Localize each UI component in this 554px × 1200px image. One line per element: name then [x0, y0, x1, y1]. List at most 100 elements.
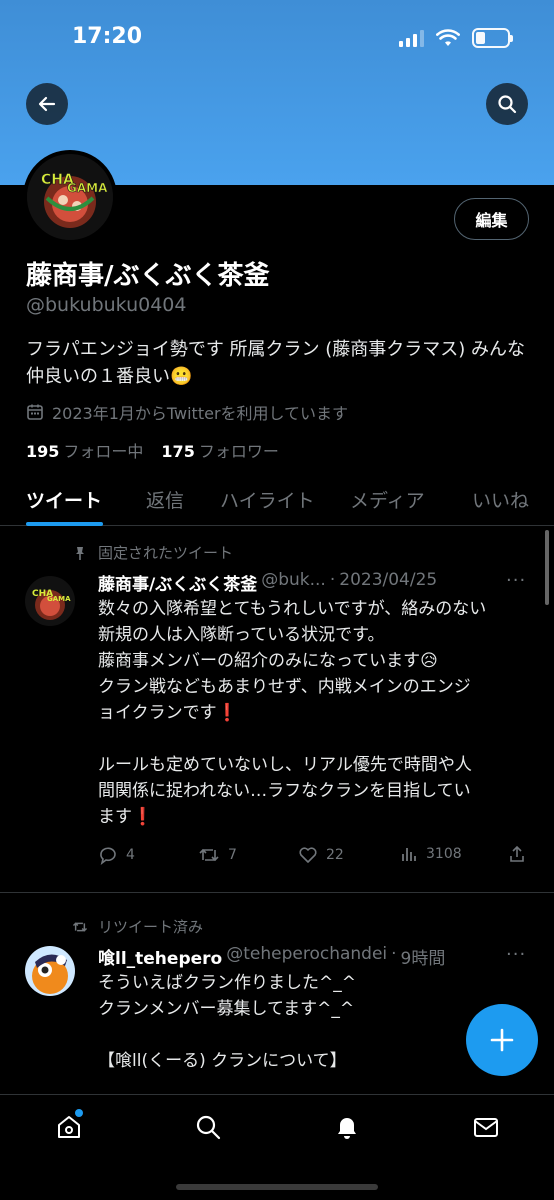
- svg-text:GAMA: GAMA: [67, 181, 108, 195]
- status-bar: 17:20: [0, 0, 554, 74]
- home-icon: [58, 1116, 80, 1138]
- like-count: 22: [326, 847, 344, 863]
- tweet-avatar[interactable]: CHA GAMA: [25, 576, 75, 626]
- mail-icon: [474, 1118, 498, 1137]
- tweet-line: ョイクランです❗️: [98, 703, 238, 723]
- scrollbar[interactable]: [545, 530, 549, 605]
- tweet-line: 藤商事メンバーの紹介のみになっています😥: [98, 651, 438, 671]
- tweet-author-handle[interactable]: @buk...: [261, 570, 326, 595]
- avatar-image: CHA GAMA: [27, 154, 113, 240]
- more-icon[interactable]: ···: [506, 570, 526, 591]
- tweet-actions: 4 7 22 3108: [98, 845, 528, 869]
- followers-count: 175: [161, 442, 195, 461]
- retweet-icon: [72, 921, 88, 932]
- tweet-line: ます❗️: [98, 807, 154, 827]
- following-count: 195: [26, 442, 60, 461]
- search-icon: [498, 95, 517, 114]
- followers-link[interactable]: 175 フォロワー: [161, 438, 278, 462]
- like-button[interactable]: 22: [298, 845, 344, 865]
- status-time: 17:20: [72, 24, 143, 49]
- tab-replies[interactable]: 返信: [146, 486, 184, 513]
- wifi-icon: [436, 29, 460, 46]
- following-link[interactable]: 195 フォロー中: [26, 438, 143, 462]
- active-tab-indicator: [26, 522, 103, 526]
- tweet-author-handle[interactable]: @teheperochandei: [226, 944, 387, 969]
- tweet-divider: [0, 892, 554, 893]
- views-button[interactable]: 3108: [400, 845, 462, 863]
- avatar-image: [25, 946, 75, 996]
- nav-search[interactable]: [192, 1111, 224, 1143]
- following-label: フォロー中: [63, 442, 144, 461]
- nav-notifications[interactable]: [331, 1111, 363, 1143]
- tweet-line: 間関係に捉われない…ラフなクランを目指してい: [98, 781, 471, 801]
- edit-profile-button[interactable]: 編集: [454, 198, 529, 240]
- tweet-line: 数々の入隊希望とてもうれしいですが、絡みのない: [98, 599, 487, 619]
- follow-stats: 195 フォロー中 175 フォロワー: [26, 438, 279, 462]
- tweet-author-name[interactable]: 藤商事/ぶくぶく茶釜: [98, 570, 257, 595]
- tweet-header: 藤商事/ぶくぶく茶釜 @buk... · 2023/04/25: [98, 570, 437, 595]
- home-indicator[interactable]: [176, 1184, 378, 1190]
- share-button[interactable]: [508, 845, 526, 863]
- profile-display-name: 藤商事/ぶくぶく茶釜: [26, 261, 270, 291]
- views-icon: [402, 848, 416, 861]
- view-count: 3108: [426, 846, 462, 862]
- tweet-author-name[interactable]: 喰ll_tehepero: [98, 944, 222, 969]
- tweet-line: クラン戦などもあまりせず、内戦メインのエンジ: [98, 677, 471, 697]
- tweet-line: 【喰ll(くーる) クランについて】: [98, 1051, 347, 1071]
- calendar-icon: [27, 404, 43, 420]
- tab-media[interactable]: メディア: [350, 486, 425, 513]
- tab-highlights[interactable]: ハイライト: [220, 486, 315, 513]
- tweet-line: クランメンバー募集してます^_^: [98, 999, 355, 1019]
- profile-tabs: ツイート 返信 ハイライト メディア いいね: [0, 474, 554, 526]
- pinned-label: 固定されたツイート: [72, 542, 233, 563]
- profile-joined: 2023年1月からTwitterを利用しています: [26, 400, 348, 424]
- reply-button[interactable]: 4: [98, 845, 135, 865]
- tweet-text[interactable]: 数々の入隊希望とてもうれしいですが、絡みのない 新規の人は入隊断っている状況です…: [98, 596, 528, 830]
- tweet-dot: ·: [329, 570, 336, 590]
- compose-tweet-button[interactable]: [466, 1004, 538, 1076]
- followers-label: フォロワー: [198, 442, 279, 461]
- reply-icon: [100, 847, 116, 865]
- retweeted-text: リツイート済み: [98, 918, 204, 936]
- profile-handle: @bukubuku0404: [26, 294, 187, 316]
- retweet-button[interactable]: 7: [198, 845, 237, 865]
- tweet-date[interactable]: 9時間: [401, 944, 446, 969]
- tweet-avatar[interactable]: [25, 946, 75, 996]
- heart-icon: [299, 847, 317, 863]
- battery-icon: [472, 28, 513, 48]
- nav-messages[interactable]: [470, 1111, 502, 1143]
- search-button[interactable]: [486, 83, 528, 125]
- retweet-count: 7: [228, 847, 237, 863]
- pinned-text: 固定されたツイート: [98, 544, 234, 562]
- share-icon: [510, 845, 524, 862]
- bell-icon: [338, 1118, 356, 1139]
- tweet-line: [98, 1022, 528, 1048]
- svg-text:GAMA: GAMA: [47, 595, 71, 603]
- status-icons: [399, 28, 513, 48]
- arrow-left-icon: [38, 96, 56, 112]
- tab-likes[interactable]: いいね: [472, 486, 529, 513]
- signal-icon: [399, 29, 424, 47]
- profile-bio: フラパエンジョイ勢です 所属クラン (藤商事クラマス) みんな仲良いの１番良い😬: [26, 339, 526, 387]
- tweet-line: そういえばクラン作りました^_^: [98, 973, 356, 993]
- back-button[interactable]: [26, 83, 68, 125]
- retweeted-label: リツイート済み: [72, 916, 203, 937]
- tab-tweets[interactable]: ツイート: [26, 486, 102, 513]
- retweet-icon: [199, 848, 219, 862]
- tweet-line: 新規の人は入隊断っている状況です。: [98, 625, 385, 645]
- tweet-line: [98, 726, 528, 752]
- reply-count: 4: [126, 847, 135, 863]
- tweet-header: 喰ll_tehepero @teheperochandei · 9時間: [98, 944, 445, 969]
- tweet-date[interactable]: 2023/04/25: [339, 570, 437, 595]
- search-icon: [196, 1115, 221, 1140]
- joined-text: 2023年1月からTwitterを利用しています: [52, 404, 349, 423]
- tweet-line: ルールも定めていないし、リアル優先で時間や人: [98, 755, 472, 775]
- tweet-dot: ·: [391, 944, 397, 964]
- avatar-image: CHA GAMA: [25, 576, 75, 626]
- plus-icon: [490, 1028, 514, 1052]
- tweet-text[interactable]: そういえばクラン作りました^_^ クランメンバー募集してます^_^ 【喰ll(く…: [98, 970, 528, 1074]
- profile-avatar[interactable]: CHA GAMA: [23, 150, 117, 244]
- more-icon[interactable]: ···: [506, 944, 526, 965]
- nav-home[interactable]: [53, 1109, 85, 1143]
- notification-dot: [75, 1109, 83, 1117]
